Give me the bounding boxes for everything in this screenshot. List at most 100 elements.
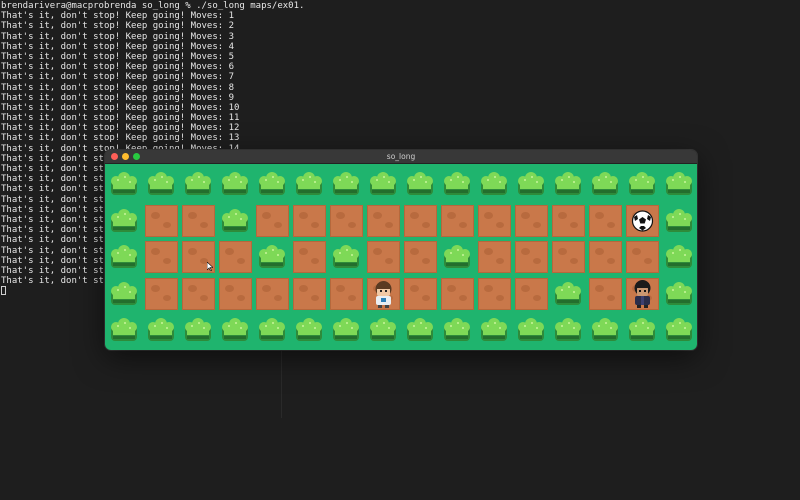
bush-icon [666,245,692,268]
wall-tile [661,312,697,349]
bush-icon [111,245,137,268]
wall-tile [439,312,476,349]
wall-tile [402,166,439,203]
wall-tile [661,166,697,203]
floor-tile [402,276,439,313]
wall-tile [365,166,402,203]
terminal-output-line: That's it, don't stop! Keep going! Moves… [1,31,234,42]
bush-icon [629,172,655,195]
terminal-output-line: That's it, don't stop! Keep going! Moves… [1,41,234,52]
bush-icon [481,318,507,341]
bush-icon [370,318,396,341]
wall-tile [513,166,550,203]
dirt-patch [293,204,326,237]
bush-icon [518,172,544,195]
floor-tile [365,276,402,313]
dirt-patch [552,241,585,273]
floor-tile [513,239,550,276]
soccer-ball-icon [631,209,654,232]
floor-tile [476,276,513,313]
dirt-patch [256,204,289,237]
bush-icon [111,281,137,305]
terminal-cursor [1,286,6,296]
bush-icon [111,172,137,195]
bush-icon [444,318,470,341]
wall-tile [365,312,402,349]
game-window[interactable]: so_long [105,150,697,350]
terminal-output-line: That's it, don't stop! Keep going! Moves… [1,51,234,62]
floor-tile [624,203,661,240]
floor-tile [439,276,476,313]
wall-tile [476,166,513,203]
floor-tile [143,203,180,240]
floor-tile [365,239,402,276]
floor-tile [180,276,217,313]
dirt-patch [626,241,659,273]
wall-tile [254,312,291,349]
bush-icon [555,281,581,305]
wall-tile [661,276,697,313]
wall-tile [661,203,697,240]
floor-tile [476,239,513,276]
dirt-patch [367,204,400,237]
wall-tile [106,312,143,349]
wall-tile [180,166,217,203]
bush-icon [666,318,692,341]
dirt-patch [145,241,178,273]
wall-tile [513,312,550,349]
dirt-patch [293,277,326,310]
dirt-patch [404,241,437,273]
window-titlebar[interactable]: so_long [105,150,697,164]
floor-tile [291,276,328,313]
floor-tile [365,203,402,240]
bush-icon [444,245,470,268]
bush-icon [148,172,174,195]
dirt-patch [441,204,474,237]
terminal-output-line: That's it, don't stop! Keep going! Moves… [1,133,240,144]
dirt-patch [330,204,363,237]
floor-tile [291,203,328,240]
dirt-patch [182,204,215,237]
floor-tile [180,203,217,240]
floor-tile [328,203,365,240]
terminal-output-line: That's it, don't stop! Keep going! Moves… [1,72,234,83]
dirt-patch [219,277,252,310]
dirt-patch [478,241,511,273]
bush-icon [111,318,137,341]
bush-icon [555,318,581,341]
bush-icon [185,172,211,195]
wall-tile [180,312,217,349]
floor-tile [254,203,291,240]
floor-tile [402,203,439,240]
wall-tile [587,312,624,349]
window-title: so_long [386,152,416,161]
terminal-divider [281,348,282,418]
player-boy-icon [375,280,392,308]
bush-icon [407,172,433,195]
floor-tile [513,276,550,313]
dirt-patch [589,241,622,273]
floor-tile [624,276,661,313]
bush-icon [592,172,618,195]
floor-tile [587,239,624,276]
bush-icon [222,172,248,195]
floor-tile [217,276,254,313]
dirt-patch [515,204,548,237]
wall-tile [587,166,624,203]
mouse-pointer-icon [207,262,213,271]
floor-tile [217,239,254,276]
wall-tile [328,166,365,203]
game-canvas[interactable] [105,164,697,350]
dirt-patch [515,241,548,273]
bush-icon [444,172,470,195]
floor-tile [143,239,180,276]
floor-tile [328,276,365,313]
terminal-output-line: That's it, don't stop! Keep going! Moves… [1,92,234,103]
terminal-output-line: That's it, don't stop! Keep going! Moves… [1,123,240,134]
bush-icon [666,172,692,195]
wall-tile [402,312,439,349]
wall-tile [106,276,143,313]
bush-icon [333,172,359,195]
floor-tile [624,239,661,276]
wall-tile [106,203,143,240]
